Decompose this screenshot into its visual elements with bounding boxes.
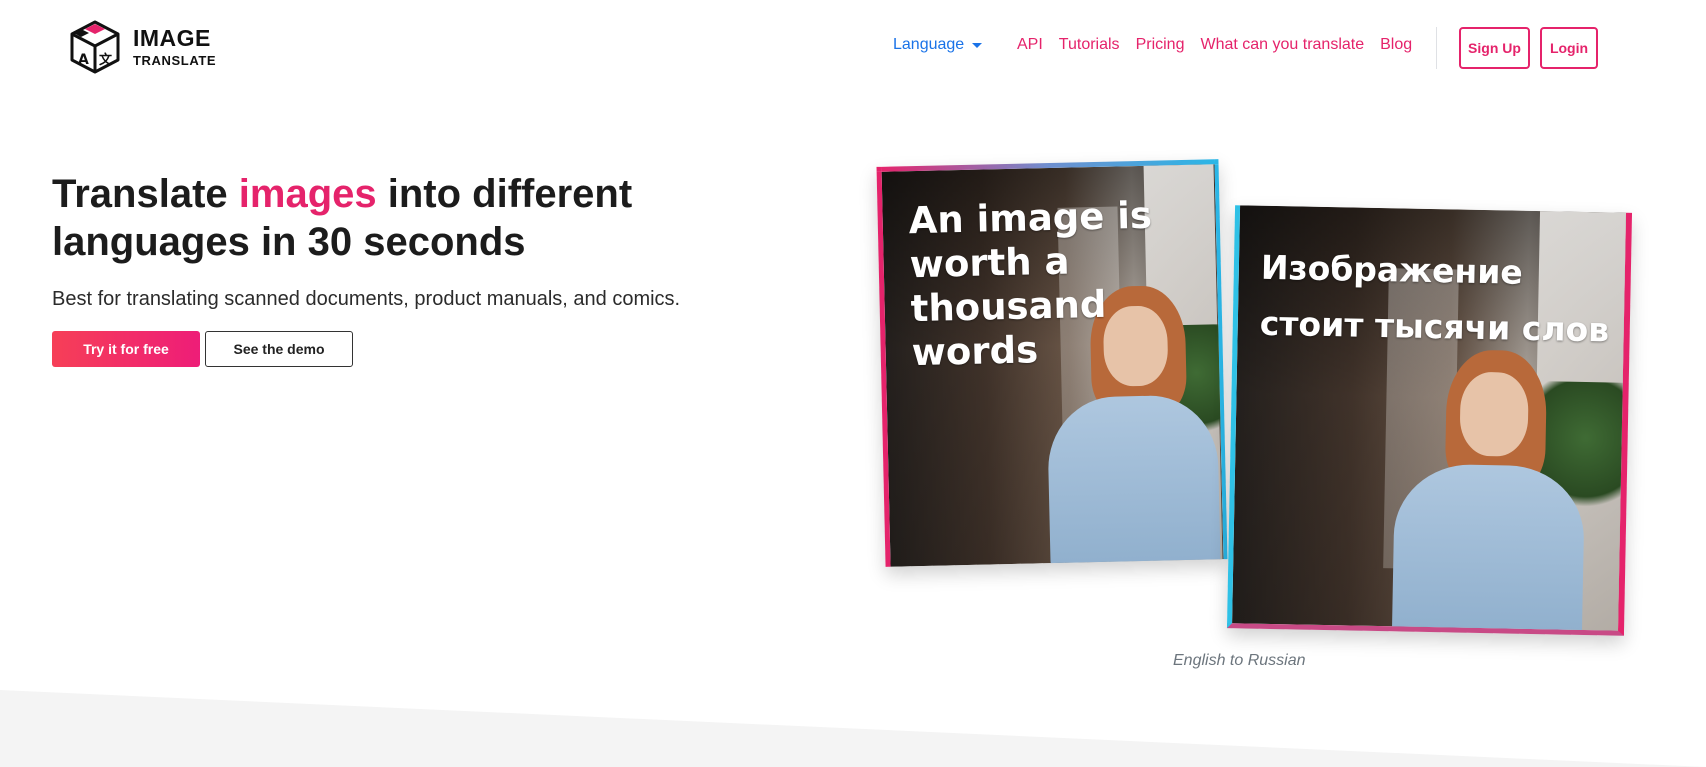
nav-link-api[interactable]: API [1017,36,1043,54]
nav-link-tutorials[interactable]: Tutorials [1059,36,1120,54]
hero-title-before: Translate [52,172,239,216]
hero-title-accent: images [238,172,377,216]
hero-subtitle: Best for translating scanned documents, … [52,288,681,310]
nav-divider [1436,27,1437,69]
hero-title: Translate images into different language… [52,170,732,266]
language-dropdown-label: Language [893,36,965,53]
login-button[interactable]: Login [1540,27,1598,69]
translated-image-text: Изображение стоит тысячи слов [1259,247,1610,350]
top-navigation: Language API Tutorials Pricing What can … [0,0,1706,96]
source-image-text: An image is worth a thousand words [908,193,1153,375]
section-divider-band [0,690,1706,767]
nav-link-blog[interactable]: Blog [1380,36,1412,54]
source-image-card: An image is worth a thousand words [876,159,1228,567]
language-dropdown[interactable]: Language [893,36,983,54]
try-it-free-button[interactable]: Try it for free [52,331,200,367]
caret-down-icon [972,42,983,48]
see-demo-button[interactable]: See the demo [205,331,353,367]
sign-up-button[interactable]: Sign Up [1459,27,1530,69]
nav-links: API Tutorials Pricing What can you trans… [1017,36,1428,54]
nav-link-pricing[interactable]: Pricing [1136,36,1185,54]
translated-image-card: Изображение стоит тысячи слов [1226,205,1633,636]
nav-link-what-can-you-translate[interactable]: What can you translate [1200,36,1364,54]
translation-caption: English to Russian [1173,652,1306,669]
